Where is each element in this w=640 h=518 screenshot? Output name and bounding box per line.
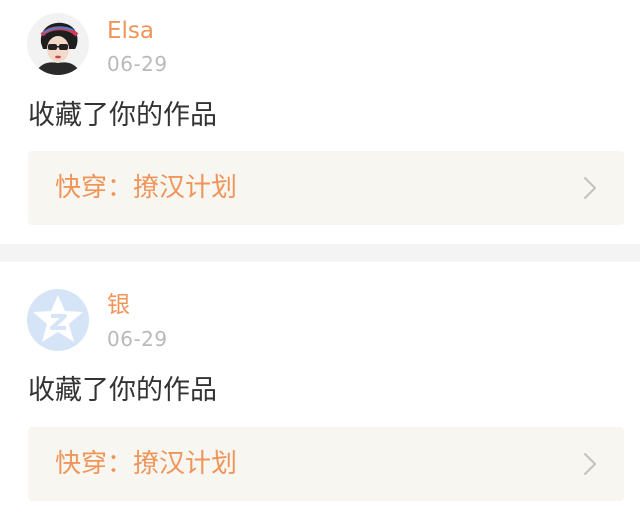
default-star-avatar-icon [27,289,89,351]
work-link[interactable]: 快穿：撩汉计划 [28,151,624,225]
notification-card: Elsa 06-29 收藏了你的作品 快穿：撩汉计划 [0,0,640,244]
action-text: 收藏了你的作品 [28,100,217,131]
notification-date: 06-29 [107,52,168,76]
notification-date: 06-29 [107,327,168,351]
section-divider [0,244,640,262]
user-avatar[interactable] [27,289,89,351]
username[interactable]: 银 [107,291,130,319]
action-text: 收藏了你的作品 [28,375,217,406]
username[interactable]: Elsa [107,17,154,45]
notification-feed: Elsa 06-29 收藏了你的作品 快穿：撩汉计划 银 06-29 收藏了你的… [0,0,640,518]
user-avatar[interactable] [27,13,89,75]
user-photo-avatar-icon [27,13,89,75]
chevron-right-icon [584,177,596,199]
work-title: 快穿：撩汉计划 [55,173,238,203]
chevron-right-icon [584,453,596,475]
work-link[interactable]: 快穿：撩汉计划 [28,427,624,501]
work-title: 快穿：撩汉计划 [55,449,238,479]
